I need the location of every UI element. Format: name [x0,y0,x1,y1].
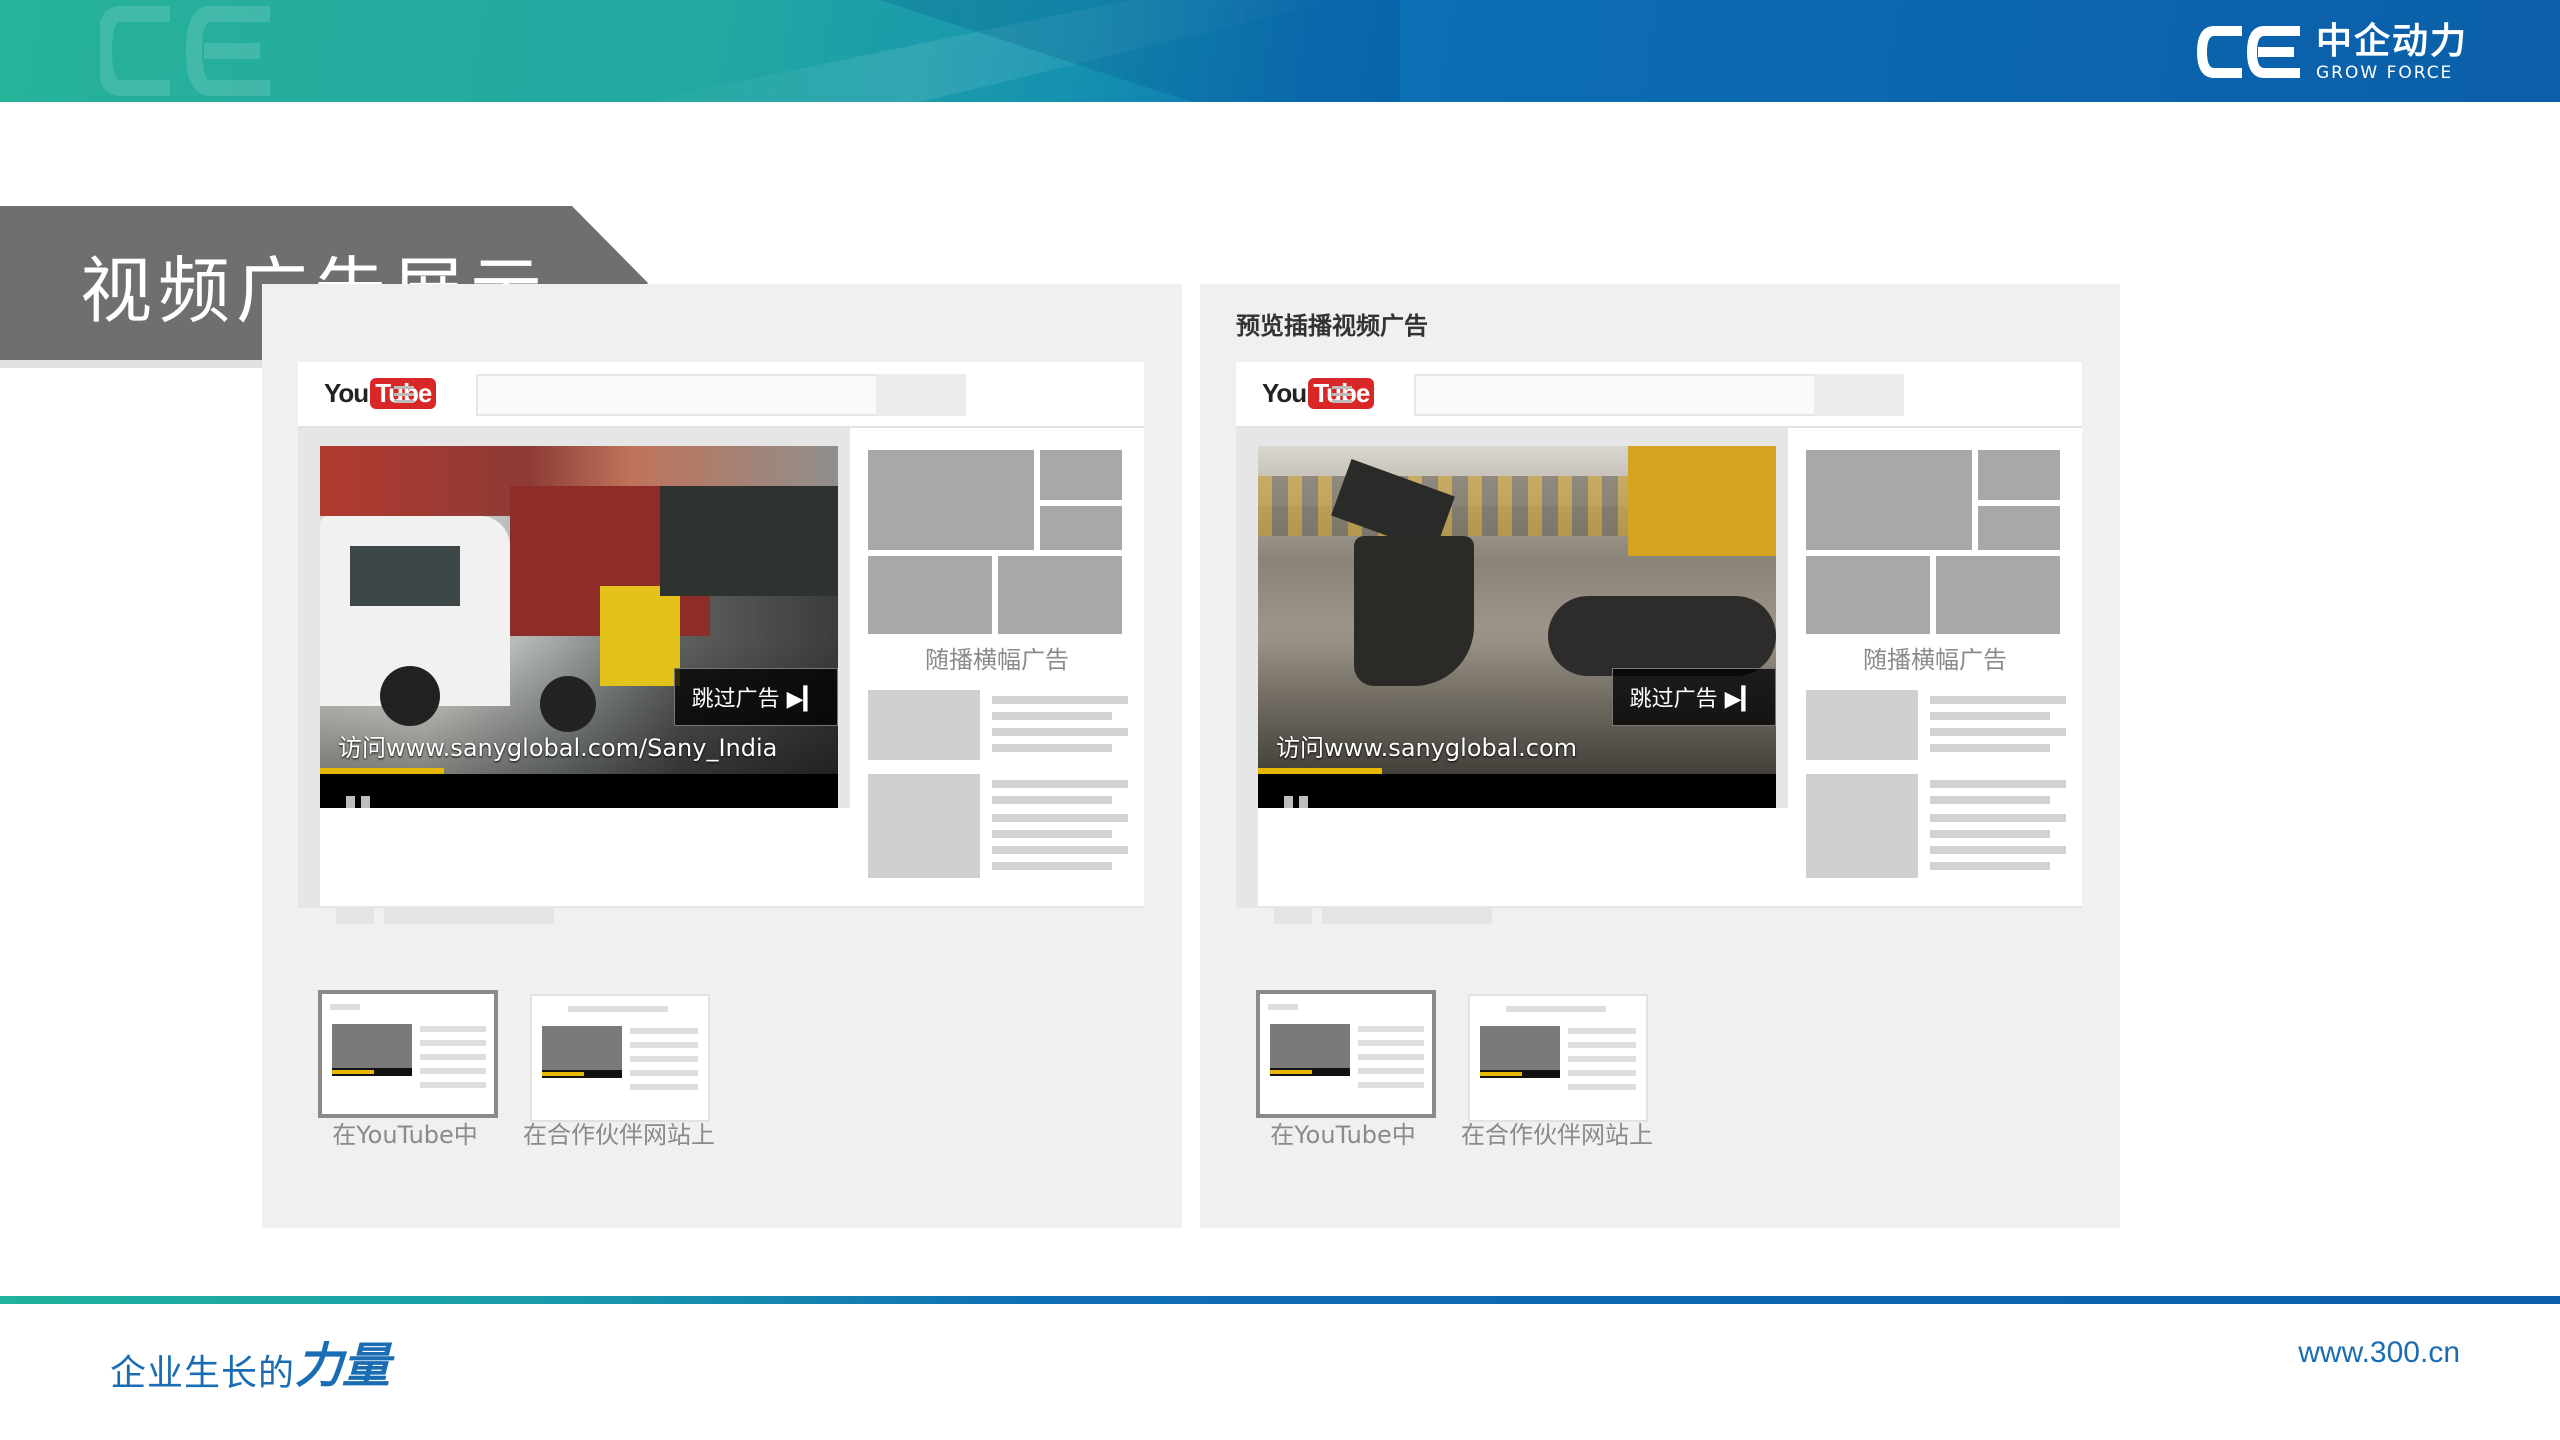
placement-label-partner: 在合作伙伴网站上 [523,1121,715,1149]
brand-name-cn: 中企动力 [2315,19,2468,61]
placement-thumb-partner[interactable] [1468,994,1648,1122]
menu-icon[interactable] [1332,386,1352,407]
youtube-page-lower [1236,808,2082,908]
companion-banner-label: 随播横幅广告 [1863,646,2007,674]
website-link[interactable]: www.300.cn [2298,1336,2460,1370]
search-input[interactable] [1414,374,1818,416]
list-item[interactable] [1806,774,2070,808]
search-input[interactable] [476,374,880,416]
sidebar: 随播横幅广告 [850,428,1144,808]
youtube-header: You Tube [1236,362,2082,428]
ce-watermark-icon [100,6,270,96]
panel-heading: 预览插播视频广告 [1236,312,1428,340]
text-placeholder [384,908,554,924]
text-placeholder [1322,908,1492,924]
search-button[interactable] [876,374,966,416]
companion-banner-ad[interactable] [1806,450,2060,634]
list-item[interactable] [868,690,1132,760]
youtube-header: You Tube [298,362,1144,428]
search-button[interactable] [1814,374,1904,416]
companion-banner-label: 随播横幅广告 [925,646,1069,674]
youtube-page: 访问www.sanyglobal.com 跳过广告 ▶▎ 随播横幅广告 [1236,428,2082,924]
sidebar: 随播横幅广告 [1788,428,2082,808]
placement-label-partner: 在合作伙伴网站上 [1461,1121,1653,1149]
ad-panel-right: 预览插播视频广告 You Tube 访问www.sanyglobal.com 跳过… [1200,284,2120,1228]
list-item[interactable] [868,808,1132,878]
brand-name-en: GROW FORCE [2315,62,2454,83]
list-item[interactable] [1806,690,2070,760]
youtube-logo-icon[interactable]: You Tube [1262,378,1375,409]
brand-logo[interactable]: 中企动力 GROW FORCE [2196,22,2468,82]
ad-panel-left: You Tube 访问www.sanyglobal.com/Sany_India … [262,284,1182,1228]
visit-link[interactable]: 访问www.sanyglobal.com/Sany_India [338,728,777,763]
youtube-page-lower [298,808,1144,908]
list-item[interactable] [1806,808,2070,878]
menu-icon[interactable] [394,386,414,407]
youtube-page: 访问www.sanyglobal.com/Sany_India 跳过广告 ▶▎ … [298,428,1144,924]
list-item[interactable] [868,774,1132,808]
footer-slogan: 企业生长的 力量 [110,1326,390,1396]
placement-label-youtube: 在YouTube中 [332,1121,478,1149]
slogan-text: 企业生长的 [110,1353,296,1394]
footer-divider [0,1296,2560,1304]
placement-thumb-partner[interactable] [530,994,710,1122]
visit-link[interactable]: 访问www.sanyglobal.com [1276,728,1577,763]
placement-thumb-youtube[interactable] [1256,990,1436,1118]
youtube-logo-icon[interactable]: You Tube [324,378,437,409]
companion-banner-ad[interactable] [868,450,1122,634]
slogan-emphasis: 力量 [295,1338,390,1394]
video-player[interactable]: 访问www.sanyglobal.com 跳过广告 ▶▎ [1258,446,1776,882]
ce-logo-icon [2196,26,2300,78]
video-player[interactable]: 访问www.sanyglobal.com/Sany_India 跳过广告 ▶▎ [320,446,838,882]
skip-ad-button[interactable]: 跳过广告 ▶▎ [674,668,838,726]
skip-ad-button[interactable]: 跳过广告 ▶▎ [1612,668,1776,726]
placement-label-youtube: 在YouTube中 [1270,1121,1416,1149]
header-band: 中企动力 GROW FORCE [0,0,2560,102]
placement-thumb-youtube[interactable] [318,990,498,1118]
